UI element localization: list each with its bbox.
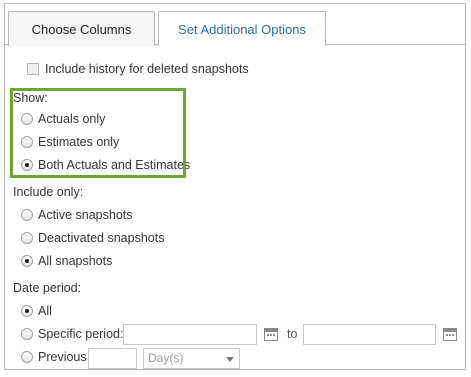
radio-active-snapshots[interactable]: Active snapshots <box>21 205 133 225</box>
history-checkbox-row[interactable]: Include history for deleted snapshots <box>27 59 249 79</box>
radio-button[interactable] <box>21 255 33 267</box>
radio-label: Both Actuals and Estimates <box>38 158 191 172</box>
radio-button[interactable] <box>21 113 33 125</box>
radio-deactivated-snapshots[interactable]: Deactivated snapshots <box>21 228 164 248</box>
radio-button[interactable] <box>21 351 33 363</box>
radio-previous[interactable]: Previous <box>21 347 87 367</box>
radio-button[interactable] <box>21 136 33 148</box>
radio-label: Specific period: <box>38 327 124 341</box>
radio-button[interactable] <box>21 305 33 317</box>
tab-choose-columns[interactable]: Choose Columns <box>8 11 155 46</box>
specific-period-end-input[interactable] <box>303 324 436 345</box>
specific-period-start-input[interactable] <box>123 324 257 345</box>
options-panel: Choose Columns Set Additional Options In… <box>4 3 466 370</box>
tab-bar: Choose Columns Set Additional Options <box>5 4 465 46</box>
chevron-down-icon <box>226 357 234 362</box>
radio-button[interactable] <box>21 209 33 221</box>
tab-set-additional-options[interactable]: Set Additional Options <box>158 11 326 46</box>
radio-label: Active snapshots <box>38 208 133 222</box>
radio-button[interactable] <box>21 232 33 244</box>
radio-all-snapshots[interactable]: All snapshots <box>21 251 112 271</box>
calendar-icon[interactable] <box>264 328 278 341</box>
radio-label: Actuals only <box>38 112 106 126</box>
radio-label: Previous <box>38 350 87 364</box>
radio-both-actuals-estimates[interactable]: Both Actuals and Estimates <box>21 155 190 175</box>
radio-label: Estimates only <box>38 135 120 149</box>
to-label: to <box>287 327 298 341</box>
radio-estimates-only[interactable]: Estimates only <box>21 132 119 152</box>
radio-label: All snapshots <box>38 254 113 268</box>
history-checkbox[interactable] <box>27 63 39 75</box>
radio-actuals-only[interactable]: Actuals only <box>21 109 105 129</box>
radio-button[interactable] <box>21 328 33 340</box>
radio-label: Deactivated snapshots <box>38 231 165 245</box>
date-period-label: Date period: <box>13 281 82 295</box>
radio-specific-period[interactable]: Specific period: <box>21 324 123 344</box>
include-only-label: Include only: <box>13 185 84 199</box>
radio-button[interactable] <box>21 159 33 171</box>
radio-label: All <box>38 304 52 318</box>
previous-unit-select[interactable]: Day(s) <box>143 348 240 369</box>
history-checkbox-label: Include history for deleted snapshots <box>45 62 249 76</box>
previous-count-input[interactable] <box>88 348 137 369</box>
calendar-icon[interactable] <box>443 328 457 341</box>
radio-date-all[interactable]: All <box>21 301 52 321</box>
previous-unit-placeholder: Day(s) <box>148 351 184 365</box>
show-label: Show: <box>13 91 48 105</box>
